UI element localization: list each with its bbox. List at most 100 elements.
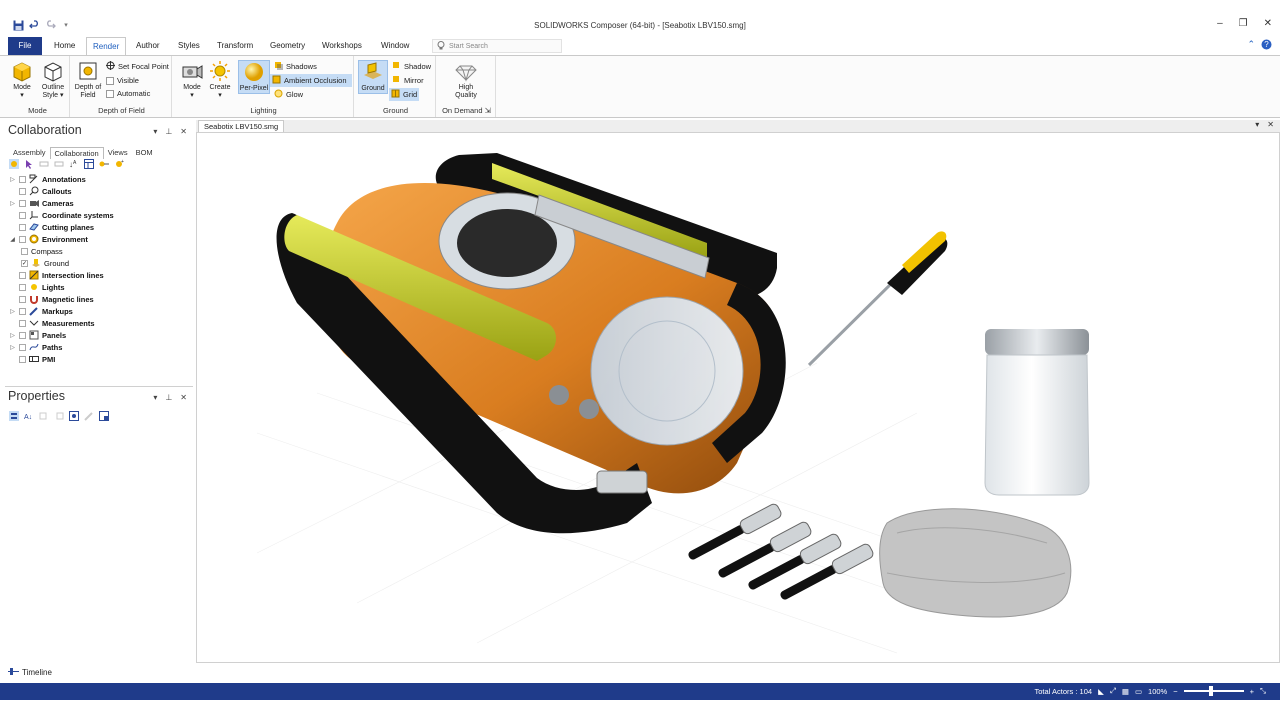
tab-workshops[interactable]: Workshops [316,37,368,55]
tab-file[interactable]: File [8,37,42,55]
tab-collaboration[interactable]: Collaboration [49,147,104,159]
automatic-check[interactable] [106,89,114,98]
tree-checkbox[interactable] [21,247,28,255]
sort-icon[interactable]: ↓ A [69,159,79,169]
mode-button[interactable]: Mode ▾ [8,60,36,100]
depth-of-field-button[interactable]: Depth of Field [74,60,102,100]
expand-icon[interactable]: ▷ [9,200,16,207]
paste-props-icon[interactable] [54,411,64,421]
tree-checkbox[interactable] [19,283,26,291]
timeline-tab[interactable]: Timeline [8,667,52,678]
close-button[interactable]: ✕ [1264,18,1272,29]
tab-window[interactable]: Window [375,37,415,55]
per-pixel-button[interactable]: Per-Pixel [238,60,270,94]
minimize-button[interactable]: – [1217,18,1223,29]
tree-checkbox-checked[interactable]: ✓ [21,259,28,267]
grid-button[interactable]: Grid [389,88,420,101]
tab-author[interactable]: Author [130,37,166,55]
tree-item-coordinate-systems[interactable]: Coordinate systems [9,209,193,221]
edit-props-icon[interactable] [84,411,94,421]
expand-icon[interactable]: ▷ [9,344,16,351]
tree-item-compass[interactable]: Compass [9,245,193,257]
tab-home[interactable]: Home [48,37,81,55]
tab-geometry[interactable]: Geometry [264,37,311,55]
tab-render[interactable]: Render [86,37,127,55]
tree-checkbox[interactable] [19,271,26,279]
screwdriver[interactable] [807,231,948,367]
zoom-slider[interactable] [1183,686,1244,696]
hex-driver-set[interactable] [686,502,875,603]
expand-icon[interactable]: ▷ [9,176,16,183]
tree-item-ground[interactable]: ✓ Ground [9,257,193,269]
copy-props-icon[interactable] [39,411,49,421]
outline-style-button[interactable]: Outline Style ▾ [38,60,68,100]
view-icon[interactable]: ▭ [1135,687,1142,696]
grid-toggle-icon[interactable]: ▦ [1122,687,1129,696]
document-close-icon[interactable]: ✕ [1267,120,1274,129]
tree-item-panels[interactable]: ▷ Panels [9,329,193,341]
tree-checkbox[interactable] [19,235,26,243]
tree-item-measurements[interactable]: Measurements [9,317,193,329]
ground-shadow-button[interactable]: Shadow [390,60,433,73]
panel-close-icon[interactable]: ✕ [180,127,187,136]
collapse-ribbon-icon[interactable]: ⌃ [1247,39,1255,52]
create-light-button[interactable]: Create ▾ [206,60,234,100]
fit-icon[interactable]: ⤡ [1260,686,1266,696]
tree-checkbox[interactable] [19,319,26,327]
tree-item-magnetic-lines[interactable]: Magnetic lines [9,293,193,305]
tree-item-cameras[interactable]: ▷ Cameras [9,197,193,209]
properties-pin-icon[interactable]: ⊥ [165,393,172,402]
glow-button[interactable]: Glow [272,88,305,101]
visible-check[interactable] [106,76,114,85]
tree-checkbox[interactable] [19,343,26,351]
lighting-mode-button[interactable]: Mode ▾ [178,60,206,100]
scene[interactable] [197,133,1280,663]
expand-icon[interactable]: ▷ [9,332,16,339]
zoom-slider-thumb[interactable] [1208,686,1213,696]
automatic-checkbox[interactable]: Automatic [104,87,152,100]
tab-views[interactable]: Views [104,147,132,159]
render-mode-icon[interactable]: ◣ [1098,687,1104,696]
tree-checkbox[interactable] [19,307,26,315]
tree-item-annotations[interactable]: ▷ Annotations [9,173,193,185]
tree-checkbox[interactable] [19,355,26,363]
visible-checkbox[interactable]: Visible [104,74,141,87]
filter-icon[interactable] [9,159,19,169]
document-list-icon[interactable]: ▾ [1255,120,1259,129]
tree-item-callouts[interactable]: Callouts [9,185,193,197]
unlink-icon[interactable] [54,159,64,169]
tree-item-paths[interactable]: ▷ Paths [9,341,193,353]
snap-icon[interactable]: ⤢ [1110,686,1116,696]
dialog-launcher-icon[interactable]: ⇲ [485,106,491,115]
export-props-icon[interactable] [99,411,109,421]
tree-checkbox[interactable] [19,295,26,303]
ambient-occlusion-button[interactable]: Ambient Occlusion [270,74,352,87]
tree-item-intersection-lines[interactable]: Intersection lines [9,269,193,281]
add-key-icon[interactable]: + [114,159,124,169]
properties-close-icon[interactable]: ✕ [180,393,187,402]
zoom-in-button[interactable]: + [1250,687,1254,696]
tree-checkbox[interactable] [19,223,26,231]
key-icon[interactable] [99,159,109,169]
tree-checkbox[interactable] [19,331,26,339]
rov-model[interactable] [276,153,786,534]
shop-rags[interactable] [879,508,1072,618]
ground-button[interactable]: Ground [358,60,388,94]
document-tab[interactable]: Seabotix LBV150.smg [198,120,285,132]
tree-item-lights[interactable]: Lights [9,281,193,293]
shadows-button[interactable]: Shadows [272,60,319,73]
search-box[interactable]: Start Search [432,39,562,53]
pin-icon[interactable]: ⊥ [165,127,172,136]
tree-checkbox[interactable] [19,199,26,207]
alphabetical-icon[interactable]: A↓ [24,411,34,421]
tab-bom[interactable]: BOM [132,147,157,159]
link-icon[interactable] [39,159,49,169]
collapse-icon[interactable]: ◢ [9,236,16,243]
tree-item-environment[interactable]: ◢ Environment [9,233,193,245]
select-icon[interactable] [24,159,34,169]
high-quality-button[interactable]: High Quality [452,60,480,100]
tab-transform[interactable]: Transform [211,37,259,55]
table-icon[interactable] [84,159,94,169]
tree-item-pmi[interactable]: PMI [9,353,193,365]
zoom-out-button[interactable]: − [1173,687,1177,696]
